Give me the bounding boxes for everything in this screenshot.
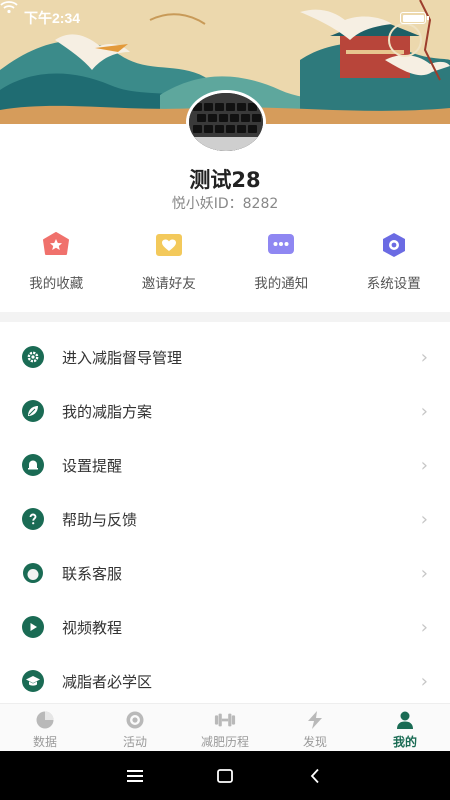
notifications-button[interactable]: 我的通知 — [225, 232, 338, 296]
menu-item-customer-service[interactable]: 联系客服 › — [0, 546, 450, 600]
chevron-right-icon: › — [420, 400, 428, 422]
back-arrow-icon — [310, 768, 319, 783]
play-icon — [22, 616, 44, 638]
invite-friends-label: 邀请好友 — [141, 276, 196, 292]
heart-card-icon — [155, 232, 183, 258]
bottom-tab-bar: 数据 活动 减肥历程 发现 我的 — [0, 703, 450, 751]
settings-eye-icon — [380, 232, 408, 258]
chevron-right-icon: › — [420, 670, 428, 692]
menu-item-label: 设置提醒 — [62, 456, 123, 475]
tab-activity[interactable]: 活动 — [90, 704, 180, 751]
home-button[interactable] — [210, 761, 240, 791]
menu-item-supervision[interactable]: 进入减脂督导管理 › — [0, 330, 450, 384]
tab-label: 减肥历程 — [200, 735, 249, 749]
avatar[interactable] — [186, 90, 266, 154]
chevron-right-icon: › — [420, 562, 428, 584]
menu-item-help[interactable]: 帮助与反馈 › — [0, 492, 450, 546]
question-icon — [22, 508, 44, 530]
lightning-icon — [304, 710, 326, 730]
person-icon — [394, 710, 416, 730]
square-icon — [217, 768, 233, 783]
keyboard-photo — [189, 93, 263, 151]
tab-label: 我的 — [392, 735, 417, 749]
system-settings-button[interactable]: 系统设置 — [338, 232, 450, 296]
menu-item-reminder[interactable]: 设置提醒 › — [0, 438, 450, 492]
tab-label: 活动 — [122, 735, 147, 749]
user-id: 悦小妖ID：8282 — [171, 196, 279, 212]
system-nav-bar — [0, 751, 450, 800]
favorites-label: 我的收藏 — [29, 276, 84, 292]
menu-item-label: 视频教程 — [62, 618, 123, 637]
headset-icon — [22, 562, 44, 584]
graduation-cap-icon — [22, 670, 44, 692]
menu-button[interactable] — [120, 761, 150, 791]
dumbbell-icon — [214, 710, 236, 730]
quick-actions: 我的收藏 邀请好友 我的通知 系统设置 — [0, 232, 450, 296]
menu-item-plan[interactable]: 我的减脂方案 › — [0, 384, 450, 438]
menu-item-label: 进入减脂督导管理 — [62, 348, 183, 367]
system-settings-label: 系统设置 — [366, 276, 421, 292]
back-button[interactable] — [300, 761, 330, 791]
wifi-icon — [0, 1, 18, 14]
chevron-right-icon: › — [420, 346, 428, 368]
favorites-button[interactable]: 我的收藏 — [0, 232, 113, 296]
message-icon — [267, 232, 295, 258]
status-bar: 下午2:34 — [0, 0, 450, 36]
tab-label: 数据 — [32, 735, 57, 749]
leaf-icon — [22, 400, 44, 422]
gear-icon — [22, 346, 44, 368]
menu-item-label: 我的减脂方案 — [62, 402, 153, 421]
chevron-right-icon: › — [420, 616, 428, 638]
menu-list: 进入减脂督导管理 › 我的减脂方案 › 设置提醒 › 帮助与反馈 › 联系客服 … — [0, 330, 450, 708]
star-icon — [42, 232, 70, 258]
section-divider — [0, 312, 450, 322]
tab-discover[interactable]: 发现 — [270, 704, 360, 751]
pie-chart-icon — [34, 710, 56, 730]
invite-friends-button[interactable]: 邀请好友 — [113, 232, 226, 296]
notifications-label: 我的通知 — [254, 276, 309, 292]
status-time: 下午2:34 — [24, 10, 81, 26]
menu-item-label: 联系客服 — [62, 564, 123, 583]
tab-mine[interactable]: 我的 — [360, 704, 450, 751]
hamburger-icon — [127, 769, 143, 782]
tab-label: 发现 — [302, 735, 327, 749]
battery-icon — [400, 12, 429, 24]
menu-item-video-tutorial[interactable]: 视频教程 › — [0, 600, 450, 654]
menu-item-label: 减脂者必学区 — [62, 672, 153, 691]
tab-weight-loss-journey[interactable]: 减肥历程 — [180, 704, 270, 751]
chevron-right-icon: › — [420, 454, 428, 476]
user-name: 测试28 — [189, 168, 261, 192]
chevron-right-icon: › — [420, 508, 428, 530]
bell-icon — [22, 454, 44, 476]
menu-item-label: 帮助与反馈 — [62, 510, 138, 529]
menu-item-learning-zone[interactable]: 减脂者必学区 › — [0, 654, 450, 708]
target-icon — [124, 710, 146, 730]
tab-data[interactable]: 数据 — [0, 704, 90, 751]
